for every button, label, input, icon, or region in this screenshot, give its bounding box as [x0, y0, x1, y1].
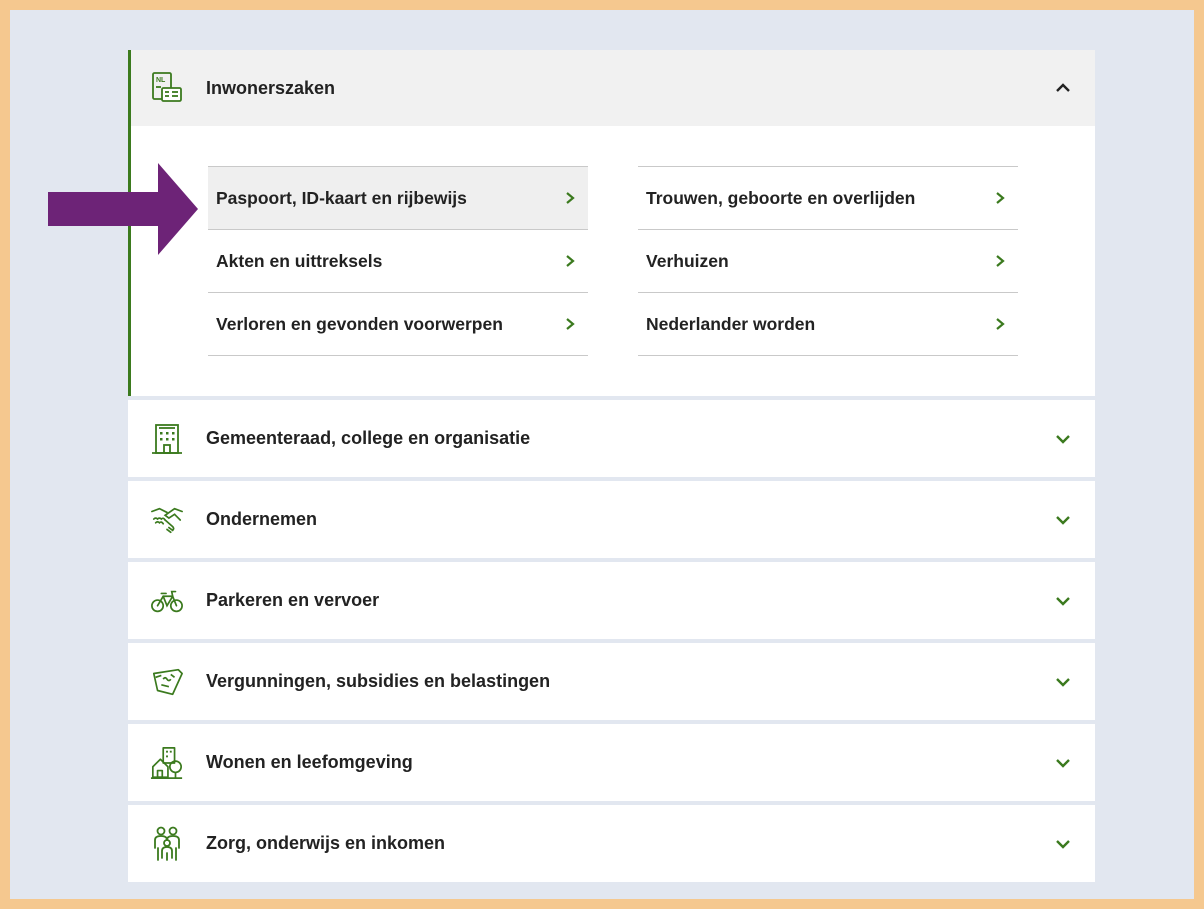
submenu-link-verloren[interactable]: Verloren en gevonden voorwerpen	[208, 292, 588, 356]
accordion-header-gemeenteraad[interactable]: Gemeenteraad, college en organisatie	[128, 400, 1095, 477]
handshake-icon	[150, 503, 184, 537]
chevron-right-icon	[566, 192, 575, 204]
accordion-header-zorg[interactable]: Zorg, onderwijs en inkomen	[128, 805, 1095, 882]
submenu-link-label: Nederlander worden	[646, 313, 816, 334]
svg-text:NL: NL	[156, 77, 166, 84]
house-tree-icon	[150, 746, 184, 780]
submenu-link-verhuizen[interactable]: Verhuizen	[638, 229, 1018, 292]
submenu-link-trouwen[interactable]: Trouwen, geboorte en overlijden	[638, 166, 1018, 229]
accordion-title: Gemeenteraad, college en organisatie	[206, 428, 531, 448]
chevron-down-icon[interactable]	[1051, 589, 1075, 613]
accordion-panel-inwonerszaken: Paspoort, ID-kaart en rijbewijs Akten en…	[131, 126, 1095, 396]
submenu-column-left: Paspoort, ID-kaart en rijbewijs Akten en…	[208, 166, 588, 356]
building-icon	[150, 422, 184, 456]
accordion-title: Zorg, onderwijs en inkomen	[206, 833, 446, 853]
accordion-item-vergunningen: Vergunningen, subsidies en belastingen	[128, 643, 1095, 720]
chevron-up-icon[interactable]	[1051, 76, 1075, 100]
accordion-title: Parkeren en vervoer	[206, 590, 380, 610]
accordion-header-parkeren[interactable]: Parkeren en vervoer	[128, 562, 1095, 639]
annotation-arrow-icon	[48, 163, 198, 255]
permit-document-icon	[150, 665, 184, 699]
chevron-right-icon	[996, 318, 1005, 330]
accordion-header-wonen[interactable]: Wonen en leefomgeving	[128, 724, 1095, 801]
accordion-item-ondernemen: Ondernemen	[128, 481, 1095, 558]
submenu-link-label: Verloren en gevonden voorwerpen	[216, 313, 503, 334]
accordion-title: Wonen en leefomgeving	[206, 752, 413, 772]
chevron-right-icon	[996, 192, 1005, 204]
bicycle-icon	[150, 584, 184, 618]
submenu-link-label: Paspoort, ID-kaart en rijbewijs	[216, 187, 467, 208]
accordion-item-zorg: Zorg, onderwijs en inkomen	[128, 805, 1095, 882]
accordion-item-inwonerszaken: NL Inwonerszaken Paspoort, ID-kaart en r…	[128, 50, 1095, 396]
submenu-link-label: Trouwen, geboorte en overlijden	[646, 187, 916, 208]
accordion-title: Ondernemen	[206, 509, 318, 529]
chevron-right-icon	[996, 255, 1005, 267]
id-card-nl-icon: NL	[150, 71, 184, 105]
accordion-header-inwonerszaken[interactable]: NL Inwonerszaken	[131, 50, 1095, 126]
submenu-link-label: Akten en uittreksels	[216, 250, 383, 271]
chevron-down-icon[interactable]	[1051, 670, 1075, 694]
accordion-title: Vergunningen, subsidies en belastingen	[206, 671, 551, 691]
chevron-right-icon	[566, 318, 575, 330]
chevron-down-icon[interactable]	[1051, 508, 1075, 532]
chevron-down-icon[interactable]	[1051, 832, 1075, 856]
accordion-header-ondernemen[interactable]: Ondernemen	[128, 481, 1095, 558]
page-frame: NL Inwonerszaken Paspoort, ID-kaart en r…	[10, 10, 1194, 899]
submenu-link-paspoort[interactable]: Paspoort, ID-kaart en rijbewijs	[208, 166, 588, 229]
submenu-link-label: Verhuizen	[646, 250, 729, 271]
accordion-header-vergunningen[interactable]: Vergunningen, subsidies en belastingen	[128, 643, 1095, 720]
accordion-item-parkeren: Parkeren en vervoer	[128, 562, 1095, 639]
accordion-item-gemeenteraad: Gemeenteraad, college en organisatie	[128, 400, 1095, 477]
family-icon	[150, 826, 184, 861]
chevron-down-icon[interactable]	[1051, 751, 1075, 775]
submenu-column-right: Trouwen, geboorte en overlijden Verhuize…	[638, 166, 1018, 356]
submenu-link-akten[interactable]: Akten en uittreksels	[208, 229, 588, 292]
category-accordion: NL Inwonerszaken Paspoort, ID-kaart en r…	[128, 50, 1095, 886]
accordion-item-wonen: Wonen en leefomgeving	[128, 724, 1095, 801]
submenu-link-nederlander[interactable]: Nederlander worden	[638, 292, 1018, 356]
chevron-right-icon	[566, 255, 575, 267]
chevron-down-icon[interactable]	[1051, 427, 1075, 451]
accordion-title: Inwonerszaken	[206, 77, 336, 98]
